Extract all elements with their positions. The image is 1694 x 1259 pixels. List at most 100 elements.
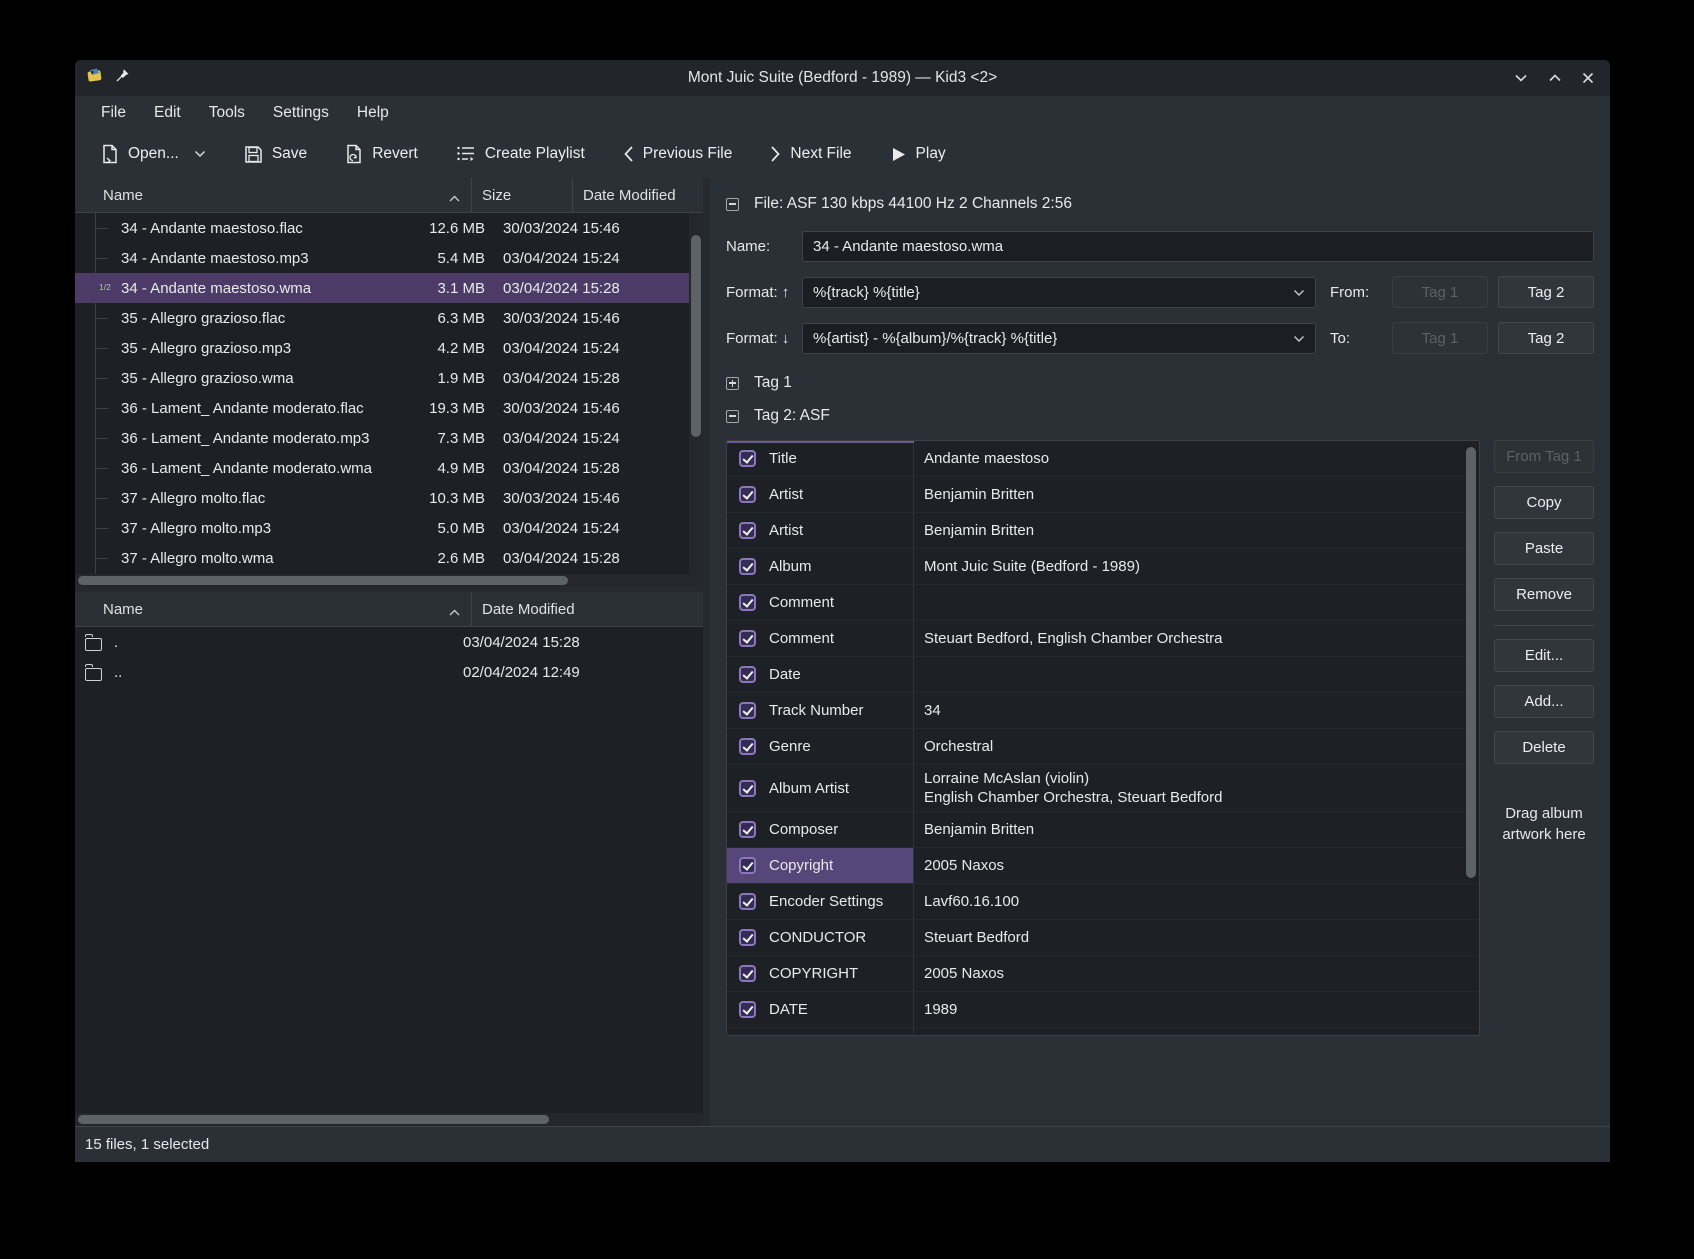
collapse-icon[interactable] [726,410,739,423]
tag-frame-row[interactable]: TitleAndante maestoso [727,441,1479,477]
window-title: Mont Juic Suite (Bedford - 1989) — Kid3 … [75,69,1610,87]
tag-frame-row[interactable]: Comment [727,585,1479,621]
directory-list-horizontal-scrollbar[interactable] [75,1113,703,1126]
file-list: Name Size Date Modified 34 - Andante mae… [75,178,703,587]
to-tag1-button[interactable]: Tag 1 [1392,322,1488,354]
play-button[interactable]: Play [880,140,956,168]
tag-frame-row[interactable]: ArtistBenjamin Britten [727,477,1479,513]
file-row[interactable]: 37 - Allegro molto.wma2.6 MB03/04/2024 1… [75,543,689,573]
frame-checkbox[interactable] [739,594,756,611]
file-row[interactable]: 35 - Allegro grazioso.wma1.9 MB03/04/202… [75,363,689,393]
save-button[interactable]: Save [234,140,317,169]
tag2-section-header: Tag 2: ASF [726,406,1594,426]
tag-frame-row[interactable]: CommentSteuart Bedford, English Chamber … [727,621,1479,657]
add-button[interactable]: Add... [1494,685,1594,718]
paste-button[interactable]: Paste [1494,532,1594,565]
file-row[interactable]: 34 - Andante maestoso.mp35.4 MB03/04/202… [75,243,689,273]
tag-frame-row[interactable]: Date [727,657,1479,693]
open-button[interactable]: Open... [91,139,216,169]
tag-table-vertical-scrollbar[interactable] [1465,443,1477,1033]
directory-row[interactable]: . 03/04/2024 15:28 [75,627,703,657]
frame-checkbox[interactable] [739,965,756,982]
frame-checkbox[interactable] [739,630,756,647]
open-document-icon [101,144,119,164]
frame-checkbox[interactable] [739,1001,756,1018]
file-row[interactable]: 36 - Lament_ Andante moderato.mp37.3 MB0… [75,423,689,453]
menu-edit[interactable]: Edit [140,96,195,130]
frame-checkbox[interactable] [739,738,756,755]
tag-frame-row[interactable]: Encoder SettingsLavf60.16.100 [727,884,1479,920]
edit-button[interactable]: Edit... [1494,639,1594,672]
titlebar[interactable]: Mont Juic Suite (Bedford - 1989) — Kid3 … [75,60,1610,96]
directory-row[interactable]: .. 02/04/2024 12:49 [75,657,703,687]
tag1-header: Tag 1 [754,374,792,392]
tag-frame-row[interactable]: ComposerBenjamin Britten [727,812,1479,848]
frame-checkbox[interactable] [739,929,756,946]
file-list-header-date[interactable]: Date Modified [573,178,703,212]
frame-checkbox[interactable] [739,857,756,874]
format-from-filename-combobox[interactable]: %{track} %{title} [802,277,1316,308]
file-row[interactable]: 36 - Lament_ Andante moderato.flac19.3 M… [75,393,689,423]
menu-help[interactable]: Help [343,96,403,130]
frame-checkbox[interactable] [739,666,756,683]
file-list-header-size[interactable]: Size [472,178,573,212]
filename-input[interactable] [802,231,1594,262]
create-playlist-button[interactable]: Create Playlist [446,140,595,168]
copy-button[interactable]: Copy [1494,486,1594,519]
previous-file-button[interactable]: Previous File [613,140,743,168]
file-list-horizontal-scrollbar[interactable] [75,574,703,587]
maximize-button[interactable] [1548,73,1562,83]
tag-frame-row[interactable]: ArtistBenjamin Britten [727,513,1479,549]
collapse-icon[interactable] [726,198,739,211]
from-tag2-filename-button[interactable]: Tag 2 [1498,276,1594,308]
directory-list-header-name[interactable]: Name [75,592,472,626]
close-button[interactable] [1582,72,1594,84]
frame-checkbox[interactable] [739,522,756,539]
file-row-selected[interactable]: 1/234 - Andante maestoso.wma3.1 MB03/04/… [75,273,689,303]
file-list-header: Name Size Date Modified [75,178,703,213]
frame-checkbox[interactable] [739,450,756,467]
file-list-header-name[interactable]: Name [75,178,472,212]
file-row[interactable]: 37 - Allegro molto.mp35.0 MB03/04/2024 1… [75,513,689,543]
directory-list-header-date[interactable]: Date Modified [472,592,703,626]
menu-file[interactable]: File [87,96,140,130]
tag-frame-row[interactable]: CONDUCTORSteuart Bedford [727,920,1479,956]
file-list-vertical-scrollbar[interactable] [689,213,703,574]
menu-tools[interactable]: Tools [195,96,259,130]
tag-frame-row-selected[interactable]: Copyright2005 Naxos [727,848,1479,884]
pin-icon[interactable] [115,68,130,88]
tag-frame-row[interactable]: Track Number34 [727,693,1479,729]
from-tag1-button[interactable]: From Tag 1 [1494,440,1594,473]
panel-splitter[interactable] [703,178,710,1126]
tag-frame-row[interactable]: AlbumMont Juic Suite (Bedford - 1989) [727,549,1479,585]
file-row[interactable]: 37 - Allegro molto.flac10.3 MB30/03/2024… [75,483,689,513]
frame-checkbox[interactable] [739,780,756,797]
tag-frame-row[interactable]: GenreOrchestral [727,729,1479,765]
frame-checkbox[interactable] [739,893,756,910]
tag-frame-row[interactable]: Album ArtistLorraine McAslan (violin) En… [727,765,1479,812]
menu-settings[interactable]: Settings [259,96,343,130]
format-to-filename-combobox[interactable]: %{artist} - %{album}/%{track} %{title} [802,323,1316,354]
expand-icon[interactable] [726,377,739,390]
from-tag1-filename-button[interactable]: Tag 1 [1392,276,1488,308]
frame-checkbox[interactable] [739,558,756,575]
frame-checkbox[interactable] [739,821,756,838]
tag-frame-row[interactable]: DATE1989 [727,992,1479,1028]
album-artwork-drop-zone[interactable]: Drag album artwork here [1494,803,1594,845]
frame-checkbox[interactable] [739,486,756,503]
next-file-button[interactable]: Next File [760,140,861,168]
file-row[interactable]: 35 - Allegro grazioso.mp34.2 MB03/04/202… [75,333,689,363]
kid3-window: Mont Juic Suite (Bedford - 1989) — Kid3 … [75,60,1610,1162]
file-row[interactable]: 34 - Andante maestoso.flac12.6 MB30/03/2… [75,213,689,243]
tag-frame-row[interactable]: COPYRIGHT2005 Naxos [727,956,1479,992]
frame-checkbox[interactable] [739,702,756,719]
to-tag2-button[interactable]: Tag 2 [1498,322,1594,354]
open-dropdown-chevron-icon[interactable] [194,150,206,158]
tag-frame-row[interactable]: ISRCHKI190470505 [727,1028,1479,1036]
file-row[interactable]: 35 - Allegro grazioso.flac6.3 MB30/03/20… [75,303,689,333]
minimize-button[interactable] [1514,73,1528,83]
remove-button[interactable]: Remove [1494,578,1594,611]
file-row[interactable]: 36 - Lament_ Andante moderato.wma4.9 MB0… [75,453,689,483]
delete-button[interactable]: Delete [1494,731,1594,764]
revert-button[interactable]: Revert [335,139,428,169]
